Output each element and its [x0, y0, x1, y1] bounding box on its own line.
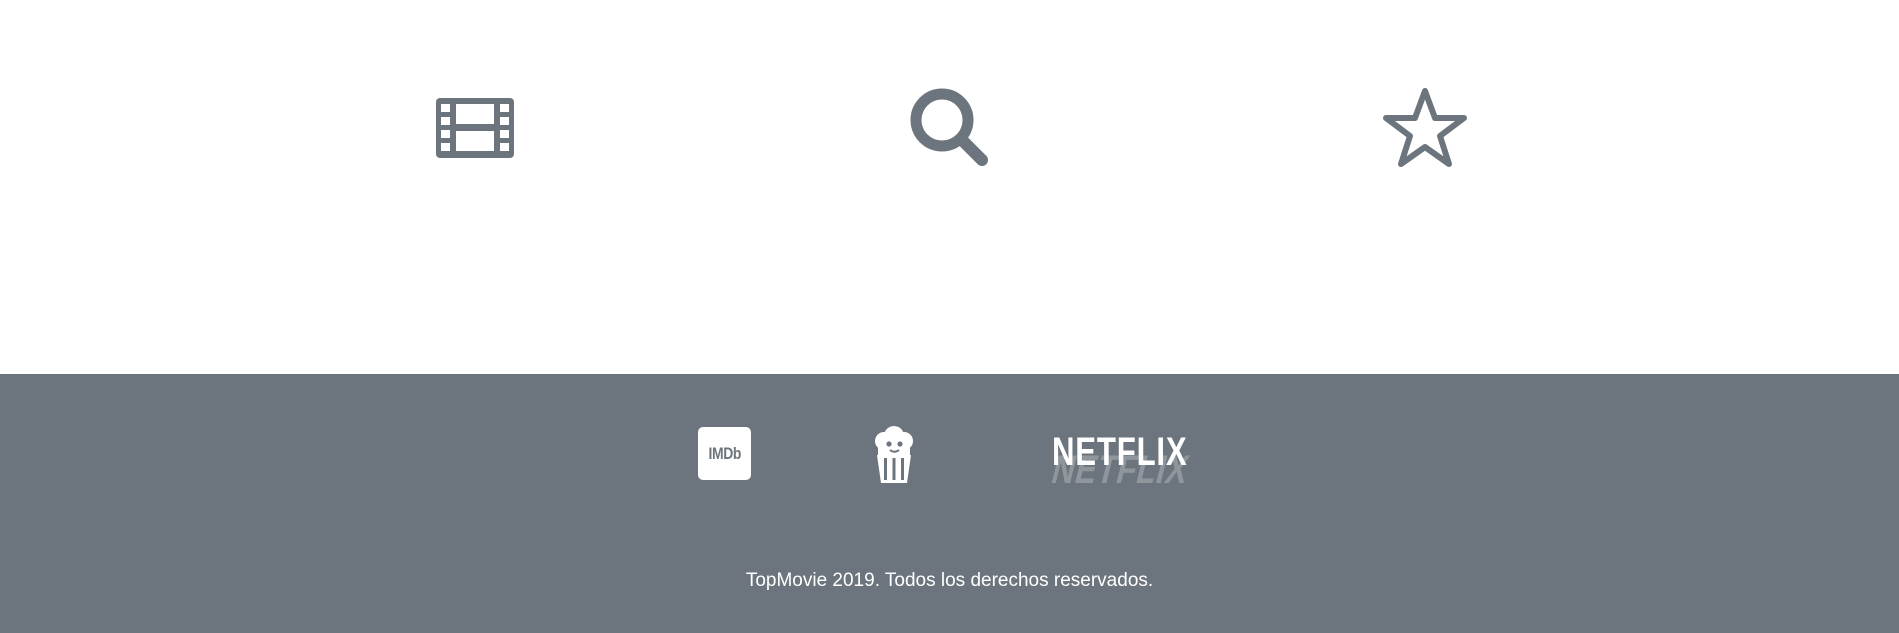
netflix-logo-text: NETFLIX — [1052, 430, 1188, 474]
star-icon[interactable] — [1377, 80, 1473, 176]
film-icon[interactable] — [427, 80, 523, 176]
search-icon[interactable] — [902, 80, 998, 176]
imdb-logo-link[interactable]: IMDb — [698, 427, 751, 480]
imdb-logo-text: IMDb — [708, 443, 741, 463]
features-section — [0, 0, 1899, 374]
footer: IMDb NETFLIX NETFLIX TopMovie 2019. Todo… — [0, 374, 1899, 633]
netflix-logo-link[interactable]: NETFLIX NETFLIX — [1047, 430, 1200, 500]
popcorn-icon[interactable] — [870, 425, 918, 487]
copyright-text: TopMovie 2019. Todos los derechos reserv… — [745, 570, 1154, 591]
